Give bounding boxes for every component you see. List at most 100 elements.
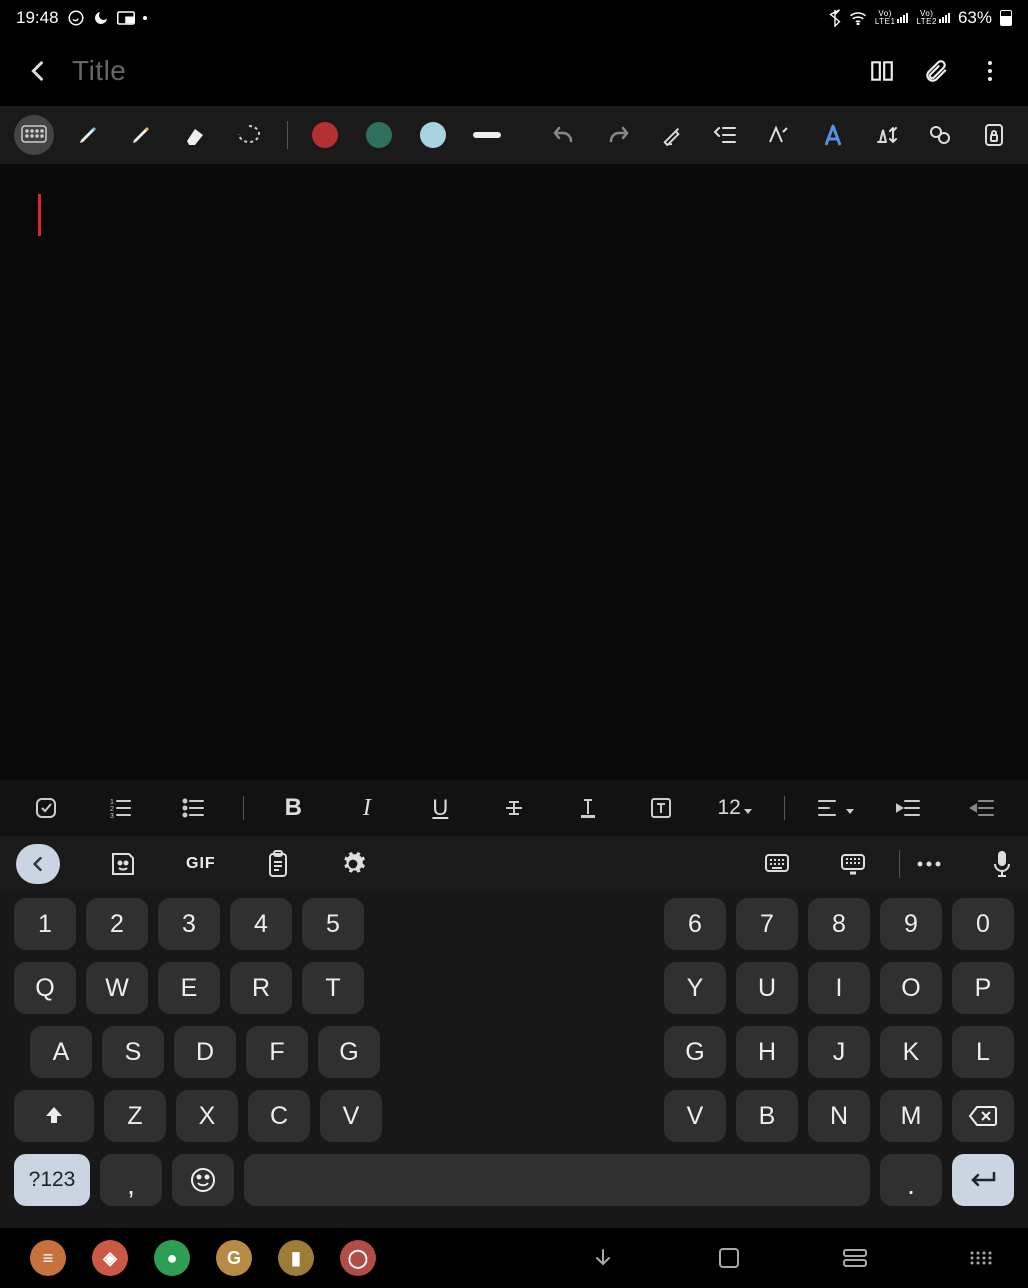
collapse-keyboard-button[interactable]	[16, 844, 60, 884]
color-red[interactable]	[306, 115, 346, 155]
indent-button[interactable]	[884, 784, 932, 832]
keyboard-tool[interactable]	[14, 115, 54, 155]
key-9[interactable]: 9	[880, 898, 942, 950]
keyboard-mode-icon[interactable]	[840, 844, 866, 884]
title-input[interactable]: Title	[72, 55, 848, 87]
text-style-icon[interactable]	[813, 115, 853, 155]
key-d[interactable]: D	[174, 1026, 236, 1078]
app-drawer-button[interactable]	[964, 1241, 998, 1275]
align-icon[interactable]	[706, 115, 746, 155]
settings-icon[interactable]	[340, 844, 366, 884]
note-canvas[interactable]	[0, 164, 1028, 780]
lasso-tool[interactable]	[229, 115, 269, 155]
key-y[interactable]: Y	[664, 962, 726, 1014]
font-size-dropdown[interactable]: 12	[711, 784, 759, 832]
key-i[interactable]: I	[808, 962, 870, 1014]
key-j[interactable]: J	[808, 1026, 870, 1078]
undo-button[interactable]	[544, 115, 584, 155]
key-k[interactable]: K	[880, 1026, 942, 1078]
key-u[interactable]: U	[736, 962, 798, 1014]
key-p[interactable]: P	[952, 962, 1014, 1014]
key-5[interactable]: 5	[302, 898, 364, 950]
strikethrough-button[interactable]	[490, 784, 538, 832]
gif-button[interactable]: GIF	[186, 844, 216, 884]
key-n[interactable]: N	[808, 1090, 870, 1142]
key-x[interactable]: X	[176, 1090, 238, 1142]
hide-keyboard-button[interactable]	[586, 1241, 620, 1275]
comma-key[interactable]: ,	[100, 1154, 162, 1206]
pen-tool[interactable]	[68, 115, 108, 155]
shift-key[interactable]	[14, 1090, 94, 1142]
lock-page-icon[interactable]	[974, 115, 1014, 155]
key-m[interactable]: M	[880, 1090, 942, 1142]
text-transform-icon[interactable]	[867, 115, 907, 155]
key-6[interactable]: 6	[664, 898, 726, 950]
color-lightblue[interactable]	[413, 115, 453, 155]
eraser-tool[interactable]	[175, 115, 215, 155]
enter-key[interactable]	[952, 1154, 1014, 1206]
emoji-key[interactable]	[172, 1154, 234, 1206]
dock-app-2[interactable]: ●	[154, 1240, 190, 1276]
align-dropdown[interactable]	[811, 784, 859, 832]
key-t[interactable]: T	[302, 962, 364, 1014]
dock-app-4[interactable]: ▮	[278, 1240, 314, 1276]
highlighter-tool[interactable]	[121, 115, 161, 155]
key-4[interactable]: 4	[230, 898, 292, 950]
key-1[interactable]: 1	[14, 898, 76, 950]
key-3[interactable]: 3	[158, 898, 220, 950]
outdent-button[interactable]	[958, 784, 1006, 832]
mic-icon[interactable]	[992, 844, 1012, 884]
recents-button[interactable]	[712, 1241, 746, 1275]
dock-app-1[interactable]: ◈	[92, 1240, 128, 1276]
symbols-key[interactable]: ?123	[14, 1154, 90, 1206]
more-dots-icon[interactable]	[916, 844, 942, 884]
key-r[interactable]: R	[230, 962, 292, 1014]
bold-button[interactable]: B	[269, 784, 317, 832]
more-menu-icon[interactable]	[970, 51, 1010, 91]
key-a[interactable]: A	[30, 1026, 92, 1078]
spacebar[interactable]	[244, 1154, 870, 1206]
stickers-icon[interactable]	[110, 844, 136, 884]
stroke-width-tool[interactable]	[467, 115, 507, 155]
key-c[interactable]: C	[248, 1090, 310, 1142]
back-button[interactable]	[18, 51, 58, 91]
pen-settings-icon[interactable]	[652, 115, 692, 155]
key-7[interactable]: 7	[736, 898, 798, 950]
dock-app-0[interactable]: ≡	[30, 1240, 66, 1276]
key-e[interactable]: E	[158, 962, 220, 1014]
dock-app-5[interactable]: ◯	[340, 1240, 376, 1276]
reader-mode-icon[interactable]	[862, 51, 902, 91]
key-v[interactable]: V	[320, 1090, 382, 1142]
key-h[interactable]: H	[736, 1026, 798, 1078]
key-s[interactable]: S	[102, 1026, 164, 1078]
key-2[interactable]: 2	[86, 898, 148, 950]
key-v2[interactable]: V	[664, 1090, 726, 1142]
text-color-button[interactable]	[564, 784, 612, 832]
split-screen-button[interactable]	[838, 1241, 872, 1275]
key-z[interactable]: Z	[104, 1090, 166, 1142]
shapes-icon[interactable]	[920, 115, 960, 155]
key-f[interactable]: F	[246, 1026, 308, 1078]
dock-app-3[interactable]: G	[216, 1240, 252, 1276]
key-o[interactable]: O	[880, 962, 942, 1014]
key-g2[interactable]: G	[664, 1026, 726, 1078]
key-w[interactable]: W	[86, 962, 148, 1014]
key-0[interactable]: 0	[952, 898, 1014, 950]
backspace-key[interactable]	[952, 1090, 1014, 1142]
ordered-list-icon[interactable]: 123	[96, 784, 144, 832]
clipboard-icon[interactable]	[266, 844, 290, 884]
redo-button[interactable]	[598, 115, 638, 155]
keyboard-float-icon[interactable]	[764, 844, 790, 884]
text-box-button[interactable]	[637, 784, 685, 832]
key-b[interactable]: B	[736, 1090, 798, 1142]
color-teal[interactable]	[359, 115, 399, 155]
key-g[interactable]: G	[318, 1026, 380, 1078]
period-key[interactable]: .	[880, 1154, 942, 1206]
attach-icon[interactable]	[916, 51, 956, 91]
key-8[interactable]: 8	[808, 898, 870, 950]
underline-button[interactable]: U	[416, 784, 464, 832]
bullet-list-icon[interactable]	[169, 784, 217, 832]
handwriting-icon[interactable]	[759, 115, 799, 155]
key-q[interactable]: Q	[14, 962, 76, 1014]
key-l[interactable]: L	[952, 1026, 1014, 1078]
